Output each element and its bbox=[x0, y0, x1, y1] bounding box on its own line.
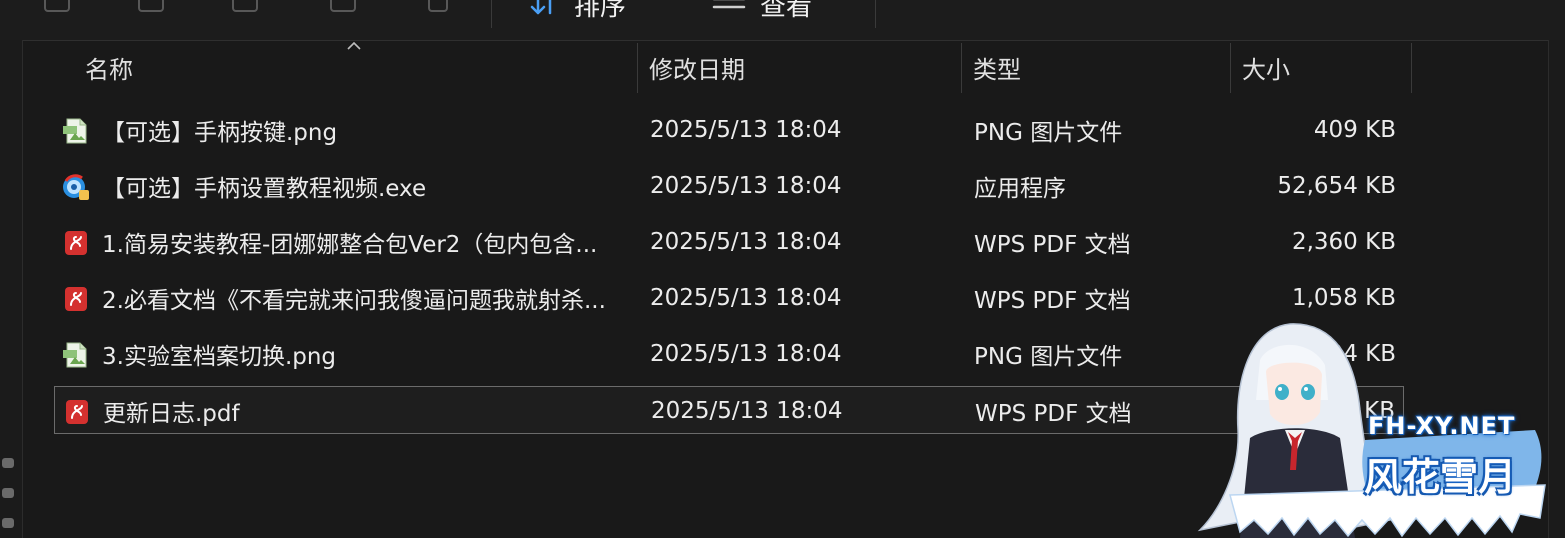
view-label: 查看 bbox=[760, 0, 813, 22]
navigation-pane-edge[interactable] bbox=[0, 40, 23, 538]
column-header-name[interactable]: 名称 bbox=[85, 41, 635, 93]
file-explorer-window: 排序 查看 名称 修改日期 类型 大小 【可选】手柄按键.png 2025/5/… bbox=[0, 0, 1565, 538]
file-name: 【可选】手柄按键.png bbox=[102, 120, 338, 146]
file-type: PNG 图片文件 bbox=[974, 344, 1123, 370]
file-row[interactable]: 【可选】手柄设置教程视频.exe 2025/5/13 18:04 应用程序 52… bbox=[54, 162, 1404, 210]
pin-icon bbox=[2, 458, 14, 468]
file-type: WPS PDF 文档 bbox=[975, 401, 1132, 427]
file-size: 2,360 KB bbox=[1291, 229, 1396, 255]
file-row[interactable]: 2.必看文档《不看完就来问我傻逼问题我就射杀... 2025/5/13 18:0… bbox=[54, 274, 1404, 322]
pin-icon bbox=[2, 488, 14, 498]
command-separator bbox=[875, 0, 876, 28]
file-type: WPS PDF 文档 bbox=[974, 288, 1131, 314]
file-name: 2.必看文档《不看完就来问我傻逼问题我就射杀... bbox=[102, 288, 606, 314]
file-name: 更新日志.pdf bbox=[103, 401, 240, 427]
column-divider[interactable] bbox=[1230, 43, 1231, 93]
file-date: 2025/5/13 18:04 bbox=[651, 398, 843, 424]
command-bar: 排序 查看 bbox=[0, 0, 1565, 41]
file-name: 1.简易安装教程-团娜娜整合包Ver2（包内包含... bbox=[102, 232, 598, 258]
column-divider[interactable] bbox=[1411, 43, 1412, 93]
rename-icon[interactable] bbox=[232, 0, 258, 12]
paste-icon[interactable] bbox=[138, 0, 164, 12]
command-separator bbox=[491, 0, 492, 28]
copy-icon[interactable] bbox=[44, 0, 70, 12]
file-date: 2025/5/13 18:04 bbox=[650, 173, 842, 199]
file-type: 应用程序 bbox=[974, 176, 1066, 202]
png-file-icon bbox=[63, 342, 87, 368]
view-button[interactable]: 查看 bbox=[712, 0, 813, 22]
watermark-site-text: FH-XY.NET bbox=[1368, 412, 1516, 440]
watermark-logo-text: 风花雪月 bbox=[1364, 455, 1517, 499]
view-icon bbox=[712, 0, 746, 17]
file-date: 2025/5/13 18:04 bbox=[650, 117, 842, 143]
column-header-bar: 名称 修改日期 类型 大小 bbox=[23, 41, 1547, 93]
sort-icon bbox=[530, 0, 560, 17]
file-date: 2025/5/13 18:04 bbox=[650, 285, 842, 311]
column-header-type[interactable]: 类型 bbox=[973, 41, 1229, 93]
file-date: 2025/5/13 18:04 bbox=[650, 229, 842, 255]
sort-button[interactable]: 排序 bbox=[530, 0, 627, 22]
delete-icon[interactable] bbox=[428, 0, 448, 12]
column-header-date[interactable]: 修改日期 bbox=[649, 41, 961, 93]
file-type: PNG 图片文件 bbox=[974, 120, 1123, 146]
column-header-type-label: 类型 bbox=[973, 55, 1021, 84]
file-size: 409 KB bbox=[1313, 117, 1396, 143]
png-file-icon bbox=[63, 118, 87, 144]
share-icon[interactable] bbox=[330, 0, 356, 12]
pdf-file-icon bbox=[66, 400, 88, 424]
pdf-file-icon bbox=[65, 231, 87, 255]
column-header-date-label: 修改日期 bbox=[649, 55, 745, 84]
column-header-name-label: 名称 bbox=[85, 55, 133, 84]
pin-icon bbox=[2, 518, 14, 528]
column-header-size-label: 大小 bbox=[1242, 55, 1290, 84]
file-name: 【可选】手柄设置教程视频.exe bbox=[102, 176, 427, 202]
file-size: 52,654 KB bbox=[1277, 173, 1396, 199]
vertical-scrollbar[interactable] bbox=[1548, 40, 1565, 538]
column-divider[interactable] bbox=[961, 43, 962, 93]
file-name: 3.实验室档案切换.png bbox=[102, 344, 337, 370]
column-header-size[interactable]: 大小 bbox=[1242, 41, 1410, 93]
exe-file-icon bbox=[63, 174, 89, 200]
file-size: 1,058 KB bbox=[1291, 285, 1396, 311]
pdf-file-icon bbox=[65, 287, 87, 311]
file-row[interactable]: 1.简易安装教程-团娜娜整合包Ver2（包内包含... 2025/5/13 18… bbox=[54, 218, 1404, 266]
file-date: 2025/5/13 18:04 bbox=[650, 341, 842, 367]
sort-label: 排序 bbox=[574, 0, 627, 22]
column-divider[interactable] bbox=[637, 43, 638, 93]
file-type: WPS PDF 文档 bbox=[974, 232, 1131, 258]
file-row[interactable]: 【可选】手柄按键.png 2025/5/13 18:04 PNG 图片文件 40… bbox=[54, 106, 1404, 154]
